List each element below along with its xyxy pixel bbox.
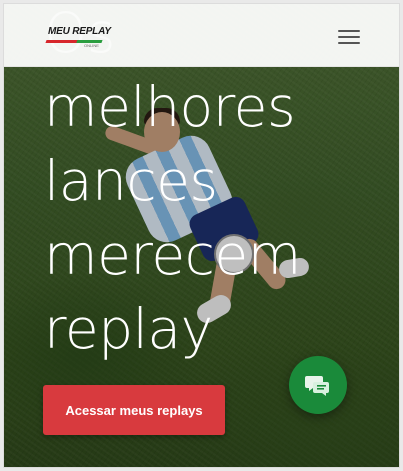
chat-bubbles-icon: [305, 376, 329, 396]
access-replays-button[interactable]: Acessar meus replays: [43, 385, 225, 435]
page-frame: Os melhores lances merecem replay MEU RE…: [3, 3, 400, 468]
chat-button[interactable]: [289, 356, 347, 414]
hamburger-menu-icon[interactable]: [338, 28, 362, 46]
headline-line: lances: [44, 149, 218, 213]
logo-subtext: ONLINE: [84, 43, 99, 48]
logo-text: MEU REPLAY: [48, 26, 111, 37]
headline-line: replay: [44, 297, 213, 361]
site-header: MEU REPLAY ONLINE: [4, 4, 399, 67]
headline-line: melhores: [44, 75, 296, 139]
site-logo[interactable]: MEU REPLAY ONLINE: [45, 26, 116, 48]
headline-line: merecem: [44, 223, 301, 287]
